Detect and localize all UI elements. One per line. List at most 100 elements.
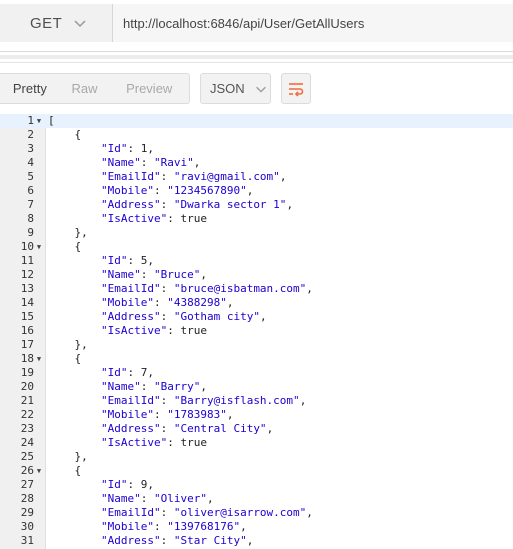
code-text: "Mobile": "4388298", xyxy=(100,296,234,309)
code-text: "Name": "Bruce", xyxy=(100,268,207,281)
tab-preview[interactable]: Preview xyxy=(109,74,189,103)
code-line: 22 "Mobile": "1783983", xyxy=(0,408,513,422)
wrap-lines-icon xyxy=(289,82,304,97)
pane-resizer[interactable] xyxy=(0,55,513,59)
line-number: 17 xyxy=(20,338,34,351)
fold-toggle-icon[interactable]: ▼ xyxy=(34,240,44,254)
code-line: 3 "Id": 1, xyxy=(0,142,513,156)
response-body-editor[interactable]: 1 ▼[2 {3 "Id": 1, 4 "Name": "Ravi", 5 "Emai… xyxy=(0,114,513,549)
code-line: 20 "Name": "Barry", xyxy=(0,380,513,394)
code-line: 5 "EmailId": "ravi@gmail.com", xyxy=(0,170,513,184)
line-number: 25 xyxy=(20,450,34,463)
line-number: 26 xyxy=(20,464,34,477)
url-text: http://localhost:6846/api/User/GetAllUse… xyxy=(123,15,365,31)
line-number: 27 xyxy=(20,478,34,491)
line-number: 2 xyxy=(27,128,34,141)
line-number: 28 xyxy=(20,492,34,505)
code-text: "EmailId": "oliver@isarrow.com", xyxy=(100,506,313,519)
code-text: "IsActive": true xyxy=(100,436,207,449)
line-number: 12 xyxy=(20,268,34,281)
code-text: "Name": "Ravi", xyxy=(100,156,201,169)
line-number: 30 xyxy=(20,520,34,533)
line-number: 6 xyxy=(27,184,34,197)
format-dropdown[interactable]: JSON xyxy=(200,73,271,104)
tab-pretty[interactable]: Pretty xyxy=(0,74,60,103)
line-number: 16 xyxy=(20,324,34,337)
request-url-bar: GET http://localhost:6846/api/User/GetAl… xyxy=(0,0,513,46)
line-number: 21 xyxy=(20,394,34,407)
code-line: 12 "Name": "Bruce", xyxy=(0,268,513,282)
line-number: 29 xyxy=(20,506,34,519)
code-line: 27 "Id": 9, xyxy=(0,478,513,492)
line-number: 18 xyxy=(20,352,34,365)
code-line: 29 "EmailId": "oliver@isarrow.com", xyxy=(0,506,513,520)
line-number: 22 xyxy=(20,408,34,421)
code-text: { xyxy=(48,128,82,141)
code-line: 31 "Address": "Star City", xyxy=(0,534,513,548)
line-number: 23 xyxy=(20,422,34,435)
code-text: "Address": "Gotham city", xyxy=(100,310,267,323)
code-text: "Name": "Oliver", xyxy=(100,492,214,505)
fold-toggle-icon[interactable]: ▼ xyxy=(34,464,44,478)
line-number: 24 xyxy=(20,436,34,449)
code-line: 30 "Mobile": "139768176", xyxy=(0,520,513,534)
method-dropdown[interactable]: GET xyxy=(0,4,113,42)
wrap-lines-button[interactable] xyxy=(281,73,311,104)
line-number: 14 xyxy=(20,296,34,309)
code-text: { xyxy=(48,240,82,253)
code-text: "IsActive": true xyxy=(100,324,207,337)
format-label: JSON xyxy=(210,81,245,96)
code-line: 15 "Address": "Gotham city", xyxy=(0,310,513,324)
line-number: 4 xyxy=(27,156,34,169)
line-number: 19 xyxy=(20,366,34,379)
code-line: 18 ▼ { xyxy=(0,352,513,366)
code-text: "Mobile": "1234567890", xyxy=(100,184,254,197)
code-text: "Name": "Barry", xyxy=(100,380,207,393)
url-input[interactable]: http://localhost:6846/api/User/GetAllUse… xyxy=(113,4,513,42)
code-text: "IsActive": true xyxy=(100,212,207,225)
code-line: 21 "EmailId": "Barry@isflash.com", xyxy=(0,394,513,408)
code-text: "EmailId": "ravi@gmail.com", xyxy=(100,170,287,183)
fold-toggle-icon[interactable]: ▼ xyxy=(34,352,44,366)
code-line: 10 ▼ { xyxy=(0,240,513,254)
code-text: }, xyxy=(48,226,88,239)
code-text: "Mobile": "1783983", xyxy=(100,408,234,421)
code-line: 2 { xyxy=(0,128,513,142)
line-number: 9 xyxy=(27,226,34,239)
line-number: 31 xyxy=(20,534,34,547)
line-number: 20 xyxy=(20,380,34,393)
code-line: 25 }, xyxy=(0,450,513,464)
code-line: 4 "Name": "Ravi", xyxy=(0,156,513,170)
code-text: "Id": 7, xyxy=(100,366,154,379)
code-line: 6 "Mobile": "1234567890", xyxy=(0,184,513,198)
response-view-tabs: Pretty Raw Preview xyxy=(0,73,190,104)
code-line: 28 "Name": "Oliver", xyxy=(0,492,513,506)
line-number: 1 xyxy=(27,114,34,127)
code-text: { xyxy=(48,464,82,477)
divider xyxy=(0,62,513,63)
code-line: 1 ▼ [ xyxy=(0,114,513,128)
code-line: 11 "Id": 5, xyxy=(0,254,513,268)
code-text: "Address": "Central City", xyxy=(100,422,274,435)
line-number: 7 xyxy=(27,198,34,211)
chevron-down-icon xyxy=(255,86,266,93)
code-line: 9 }, xyxy=(0,226,513,240)
code-text: }, xyxy=(48,450,88,463)
line-number: 5 xyxy=(27,170,34,183)
code-line: 23 "Address": "Central City", xyxy=(0,422,513,436)
method-label: GET xyxy=(30,14,63,32)
code-line: 8 "IsActive": true xyxy=(0,212,513,226)
line-number: 11 xyxy=(20,254,34,267)
tab-raw[interactable]: Raw xyxy=(60,74,110,103)
line-number: 15 xyxy=(20,310,34,323)
chevron-down-icon xyxy=(74,20,86,28)
code-text: "Address": "Star City", xyxy=(100,534,254,547)
code-line: 24 "IsActive": true xyxy=(0,436,513,450)
fold-toggle-icon[interactable]: ▼ xyxy=(34,114,44,128)
divider xyxy=(0,51,513,52)
code-line: 16 "IsActive": true xyxy=(0,324,513,338)
code-line: 7 "Address": "Dwarka sector 1", xyxy=(0,198,513,212)
code-text: }, xyxy=(48,338,88,351)
code-text: "Id": 1, xyxy=(100,142,154,155)
code-line: 19 "Id": 7, xyxy=(0,366,513,380)
